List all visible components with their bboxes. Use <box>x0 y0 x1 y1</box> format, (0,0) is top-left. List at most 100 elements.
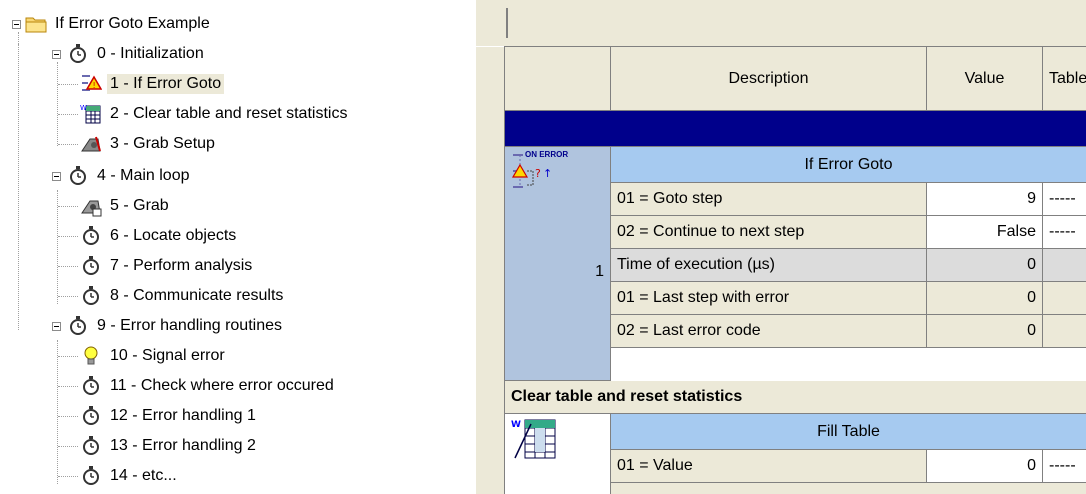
tree-line <box>58 416 78 417</box>
tree-item-error-handling-1[interactable]: 12 - Error handling 1 <box>58 402 259 430</box>
tree-item-label: 6 - Locate objects <box>110 227 237 244</box>
svg-text:!: ! <box>93 81 96 90</box>
tree-item-communicate-results[interactable]: 8 - Communicate results <box>58 282 286 310</box>
camera-setup-icon <box>80 133 102 155</box>
tree-line <box>57 190 58 304</box>
stopwatch-icon <box>67 43 89 65</box>
tree-line <box>58 446 78 447</box>
stopwatch-icon <box>80 285 102 307</box>
result-value: 0 <box>927 315 1043 348</box>
column-header-table[interactable]: Table <box>1043 47 1086 111</box>
param-value-input[interactable]: False <box>927 216 1043 249</box>
stat-table-cell <box>1043 249 1086 282</box>
result-description: 02 = Last error code <box>611 315 927 348</box>
tree-item-perform-analysis[interactable]: 7 - Perform analysis <box>58 252 255 280</box>
camera-icon <box>80 195 102 217</box>
tree-item-grab-setup[interactable]: 3 - Grab Setup <box>58 130 218 158</box>
param-value-input[interactable]: 0 <box>927 450 1043 483</box>
collapse-toggle[interactable] <box>52 321 61 331</box>
tree-item-label: 1 - If Error Goto <box>107 74 225 94</box>
grid: Description Value Table ? ↑ ON ERROR 1 I… <box>504 46 1086 494</box>
tree-line <box>58 356 78 357</box>
tree-line <box>58 114 78 115</box>
tree-item-clear-table[interactable]: W 2 - Clear table and reset statistics <box>58 100 350 128</box>
stopwatch-icon <box>80 255 102 277</box>
lightbulb-icon <box>80 345 102 367</box>
svg-text:W: W <box>511 420 521 430</box>
program-tree: If Error Goto Example 0 - Initialization… <box>0 0 476 494</box>
folder-icon <box>25 13 47 35</box>
section-title-clear-table[interactable]: Clear table and reset statistics <box>505 381 1086 414</box>
collapse-toggle[interactable] <box>52 171 61 181</box>
param-description: 02 = Continue to next step <box>611 216 927 249</box>
stopwatch-icon <box>80 465 102 487</box>
selected-step-band[interactable] <box>505 111 1086 147</box>
tree-item-label: 4 - Main loop <box>97 167 190 184</box>
tree-item-etc[interactable]: 14 - etc... <box>58 462 180 490</box>
toolbar-strip <box>476 0 1086 47</box>
collapse-toggle[interactable] <box>12 19 21 29</box>
next-row-partial <box>611 483 1086 494</box>
step-2-title: Fill Table <box>611 414 1086 450</box>
column-header-description[interactable]: Description <box>611 47 927 111</box>
tree-root[interactable]: If Error Goto Example <box>12 10 213 38</box>
tree-item-error-handling-2[interactable]: 13 - Error handling 2 <box>58 432 259 460</box>
tree-item-label: 2 - Clear table and reset statistics <box>110 105 348 122</box>
tree-item-if-error-goto[interactable]: ! 1 - If Error Goto <box>58 70 225 98</box>
param-table-cell[interactable]: ----- <box>1043 183 1086 216</box>
tree-item-label: 14 - etc... <box>110 467 177 484</box>
tree-item-signal-error[interactable]: 10 - Signal error <box>58 342 228 370</box>
tree-line <box>58 84 78 85</box>
tree-item-label: 12 - Error handling 1 <box>110 407 256 424</box>
tree-item-label: 9 - Error handling routines <box>97 317 282 334</box>
svg-text:↑: ↑ <box>543 167 552 180</box>
param-description: 01 = Value <box>611 450 927 483</box>
tree-item-main-loop[interactable]: 4 - Main loop <box>52 162 193 190</box>
tree-item-label: 0 - Initialization <box>97 45 204 62</box>
stopwatch-icon <box>80 435 102 457</box>
on-error-icon-text: ON ERROR <box>525 150 569 159</box>
stopwatch-icon <box>80 225 102 247</box>
tree-item-initialization[interactable]: 0 - Initialization <box>52 40 207 68</box>
tree-item-label: 8 - Communicate results <box>110 287 284 304</box>
step-1-row-header[interactable]: ? ↑ ON ERROR 1 <box>505 147 611 381</box>
collapse-toggle[interactable] <box>52 49 61 59</box>
tree-line <box>58 266 78 267</box>
tree-line <box>58 476 78 477</box>
table-icon: W <box>80 103 102 125</box>
tree-line <box>58 206 78 207</box>
param-table-cell[interactable]: ----- <box>1043 450 1086 483</box>
tree-line <box>18 44 19 330</box>
error-goto-icon: ! <box>80 73 102 95</box>
step-number: 1 <box>595 263 604 280</box>
stopwatch-icon <box>67 165 89 187</box>
svg-text:W: W <box>80 104 87 112</box>
stopwatch-icon <box>67 315 89 337</box>
result-table-cell <box>1043 315 1086 348</box>
param-description: 01 = Goto step <box>611 183 927 216</box>
tree-item-label: 7 - Perform analysis <box>110 257 253 274</box>
tree-line <box>58 236 78 237</box>
tree-item-label: 5 - Grab <box>110 197 169 214</box>
stopwatch-icon <box>80 405 102 427</box>
param-table-cell[interactable]: ----- <box>1043 216 1086 249</box>
tree-item-label: 10 - Signal error <box>110 347 225 364</box>
result-description: 01 = Last step with error <box>611 282 927 315</box>
tree-line <box>58 144 78 145</box>
stopwatch-icon <box>80 375 102 397</box>
column-header-value[interactable]: Value <box>927 47 1043 111</box>
tree-item-label: 11 - Check where error occured <box>110 377 334 394</box>
tree-item-locate-objects[interactable]: 6 - Locate objects <box>58 222 239 250</box>
stat-description: Time of execution (µs) <box>611 249 927 282</box>
tree-line <box>58 386 78 387</box>
tree-root-label: If Error Goto Example <box>55 15 210 32</box>
tree-line <box>57 340 58 484</box>
tree-item-grab[interactable]: 5 - Grab <box>58 192 172 220</box>
toolbar-divider <box>506 8 508 38</box>
param-value-input[interactable]: 9 <box>927 183 1043 216</box>
corner-header <box>505 47 611 111</box>
tree-item-error-handling-routines[interactable]: 9 - Error handling routines <box>52 312 285 340</box>
tree-item-check-error[interactable]: 11 - Check where error occured <box>58 372 337 400</box>
fill-table-icon: W <box>511 418 559 466</box>
step-2-row-header[interactable]: W <box>505 414 611 494</box>
